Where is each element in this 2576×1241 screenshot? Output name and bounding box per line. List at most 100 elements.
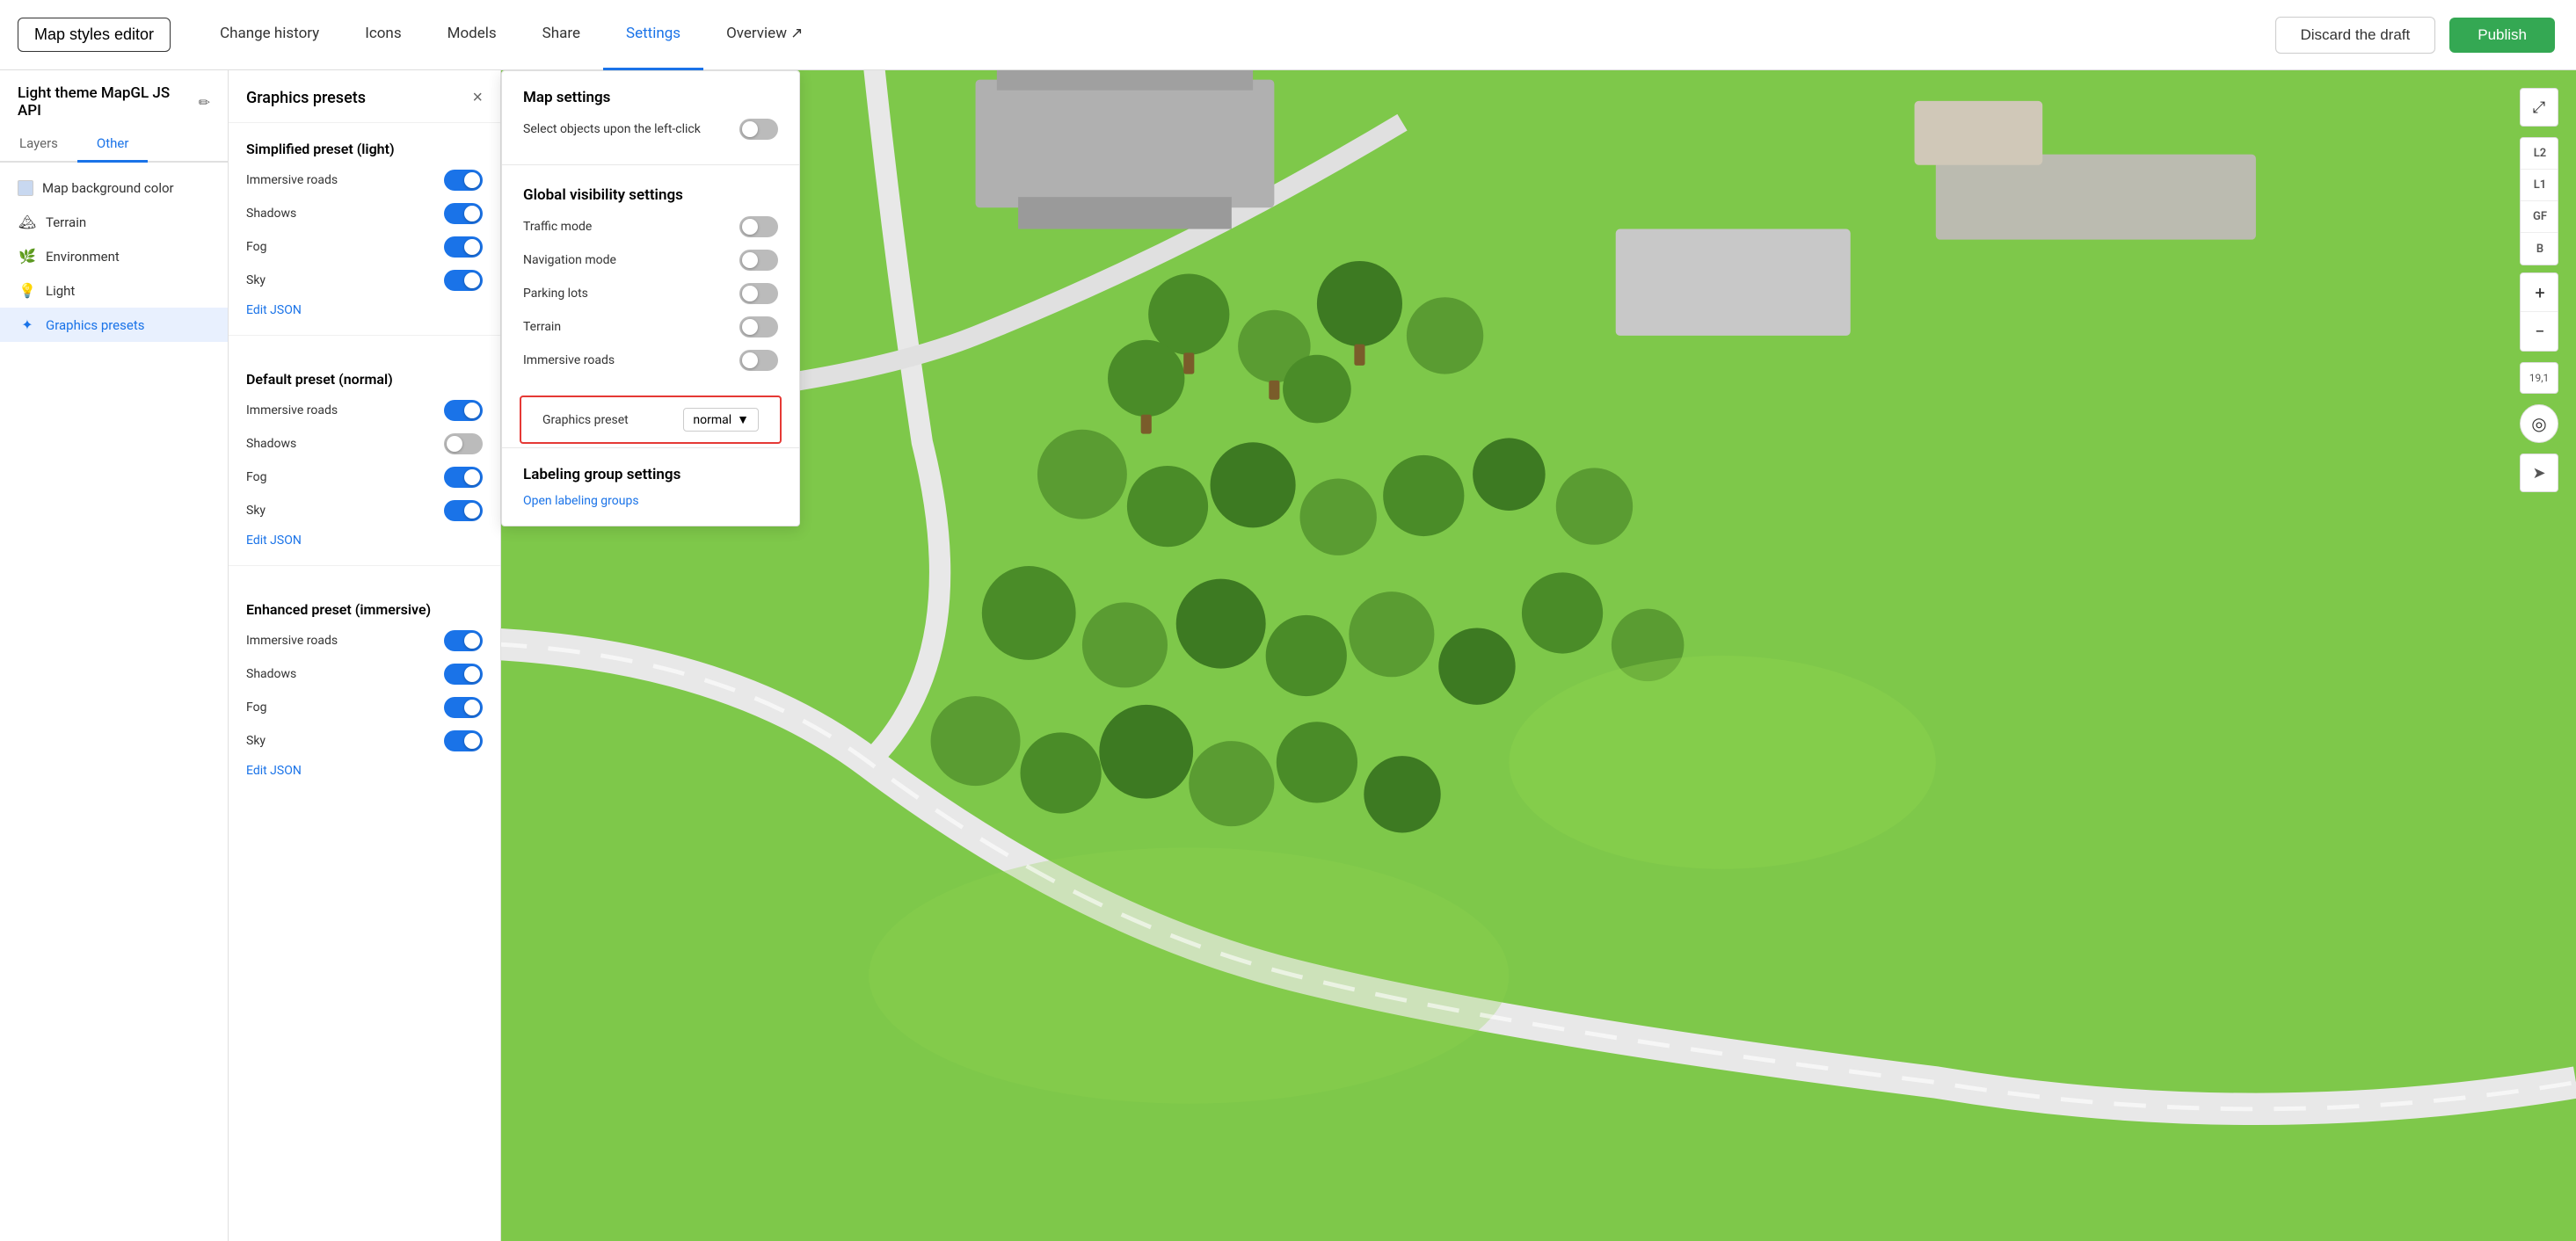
immersive-roads-visibility-toggle[interactable] — [739, 350, 778, 371]
enhanced-shadows-toggle[interactable] — [444, 664, 483, 685]
enhanced-sky-toggle[interactable] — [444, 730, 483, 751]
discard-button[interactable]: Discard the draft — [2275, 17, 2436, 54]
toggle-thumb — [464, 469, 480, 485]
floor-l2-button[interactable]: L2 — [2521, 138, 2558, 170]
enhanced-edit-json-link[interactable]: Edit JSON — [246, 764, 483, 778]
sidebar-item-graphics-presets[interactable]: ✦ Graphics presets — [0, 308, 228, 342]
floor-gf-button[interactable]: GF — [2521, 201, 2558, 233]
publish-button[interactable]: Publish — [2449, 18, 2555, 53]
enhanced-preset-section: Enhanced preset (immersive) Immersive ro… — [229, 584, 500, 778]
default-immersive-roads-row: Immersive roads — [246, 400, 483, 421]
navigation-mode-toggle[interactable] — [739, 250, 778, 271]
simplified-shadows-row: Shadows — [246, 203, 483, 224]
default-sky-label: Sky — [246, 504, 266, 518]
fullscreen-icon: ⤢ — [2533, 98, 2545, 117]
traffic-mode-row: Traffic mode — [523, 216, 778, 237]
tab-other[interactable]: Other — [77, 127, 149, 163]
select-objects-row: Select objects upon the left-click — [523, 119, 778, 140]
enhanced-sky-row: Sky — [246, 730, 483, 751]
zoom-out-button[interactable]: − — [2521, 312, 2558, 351]
simplified-edit-json-link[interactable]: Edit JSON — [246, 303, 483, 317]
sidebar-header: Light theme MapGL JS API ✏ — [0, 70, 228, 127]
default-fog-label: Fog — [246, 470, 266, 484]
simplified-fog-toggle[interactable] — [444, 236, 483, 258]
graphics-preset-row: Graphics preset normal ▼ — [520, 396, 782, 444]
sidebar-item-label: Graphics presets — [46, 317, 144, 333]
toggle-thumb — [742, 319, 758, 335]
simplified-sky-toggle[interactable] — [444, 270, 483, 291]
sidebar: Light theme MapGL JS API ✏ Layers Other … — [0, 70, 229, 1241]
select-objects-toggle[interactable] — [739, 119, 778, 140]
zoom-in-button[interactable]: + — [2521, 273, 2558, 312]
zoom-controls: + − — [2520, 272, 2558, 352]
environment-icon: 🌿 — [18, 248, 37, 265]
toggle-thumb — [464, 733, 480, 749]
nav-share[interactable]: Share — [520, 0, 603, 70]
enhanced-fog-toggle[interactable] — [444, 697, 483, 718]
nav-change-history[interactable]: Change history — [197, 0, 342, 70]
open-labeling-groups-link[interactable]: Open labeling groups — [523, 494, 639, 508]
nav-models[interactable]: Models — [425, 0, 520, 70]
sidebar-item-map-background[interactable]: Map background color — [0, 171, 228, 205]
enhanced-immersive-roads-toggle[interactable] — [444, 630, 483, 651]
presets-panel: Graphics presets × Simplified preset (li… — [229, 70, 501, 1241]
map-styles-editor-button[interactable]: Map styles editor — [18, 18, 171, 52]
sidebar-item-light[interactable]: 💡 Light — [0, 273, 228, 308]
default-shadows-toggle[interactable] — [444, 433, 483, 454]
coord-display: 19,1 — [2520, 362, 2558, 394]
map-settings-panel: Map settings Select objects upon the lef… — [501, 70, 800, 526]
nav-icons[interactable]: Icons — [342, 0, 424, 70]
terrain-visibility-label: Terrain — [523, 320, 561, 334]
terrain-visibility-toggle[interactable] — [739, 316, 778, 337]
terrain-icon: 🏔 — [18, 214, 37, 230]
parking-lots-toggle[interactable] — [739, 283, 778, 304]
map-settings-divider-1 — [502, 164, 799, 165]
select-objects-label: Select objects upon the left-click — [523, 122, 701, 136]
location-button[interactable]: ➤ — [2520, 454, 2558, 492]
sidebar-item-label: Terrain — [46, 214, 86, 230]
enhanced-immersive-roads-row: Immersive roads — [246, 630, 483, 651]
enhanced-shadows-label: Shadows — [246, 667, 296, 681]
tab-layers[interactable]: Layers — [0, 127, 77, 163]
enhanced-shadows-row: Shadows — [246, 664, 483, 685]
toggle-thumb — [464, 272, 480, 288]
default-preset-section: Default preset (normal) Immersive roads … — [229, 353, 500, 548]
presets-panel-title: Graphics presets — [246, 89, 366, 107]
traffic-mode-toggle[interactable] — [739, 216, 778, 237]
fullscreen-button[interactable]: ⤢ — [2520, 88, 2558, 127]
default-edit-json-link[interactable]: Edit JSON — [246, 533, 483, 548]
graphics-preset-value: normal — [693, 413, 731, 427]
sidebar-item-terrain[interactable]: 🏔 Terrain — [0, 205, 228, 239]
floor-b-button[interactable]: B — [2521, 233, 2558, 265]
default-preset-title: Default preset (normal) — [246, 371, 483, 388]
sidebar-item-environment[interactable]: 🌿 Environment — [0, 239, 228, 273]
simplified-immersive-roads-toggle[interactable] — [444, 170, 483, 191]
toggle-thumb — [464, 239, 480, 255]
graphics-preset-label: Graphics preset — [542, 413, 629, 427]
edit-icon[interactable]: ✏ — [199, 94, 210, 111]
default-sky-toggle[interactable] — [444, 500, 483, 521]
enhanced-immersive-roads-label: Immersive roads — [246, 634, 338, 648]
default-immersive-roads-label: Immersive roads — [246, 403, 338, 417]
floor-controls: L2 L1 GF B — [2520, 137, 2558, 265]
graphics-preset-select[interactable]: normal ▼ — [683, 408, 759, 432]
default-fog-toggle[interactable] — [444, 467, 483, 488]
default-immersive-roads-toggle[interactable] — [444, 400, 483, 421]
global-visibility-section: Global visibility settings Traffic mode … — [502, 169, 799, 392]
graphics-preset-dropdown-icon: ▼ — [737, 412, 749, 427]
sidebar-item-label: Environment — [46, 249, 120, 265]
close-presets-button[interactable]: × — [472, 88, 483, 108]
nav-overview[interactable]: Overview ↗ — [703, 0, 826, 70]
floor-l1-button[interactable]: L1 — [2521, 170, 2558, 201]
toggle-thumb — [742, 121, 758, 137]
preset-divider-1 — [229, 335, 500, 336]
toggle-thumb — [742, 352, 758, 368]
map-settings-divider-2 — [502, 447, 799, 448]
sidebar-items: Map background color 🏔 Terrain 🌿 Environ… — [0, 163, 228, 351]
compass-button[interactable]: ◎ — [2520, 404, 2558, 443]
simplified-shadows-toggle[interactable] — [444, 203, 483, 224]
toggle-thumb — [742, 219, 758, 235]
global-visibility-title: Global visibility settings — [523, 186, 778, 204]
default-shadows-label: Shadows — [246, 437, 296, 451]
nav-settings[interactable]: Settings — [603, 0, 703, 70]
